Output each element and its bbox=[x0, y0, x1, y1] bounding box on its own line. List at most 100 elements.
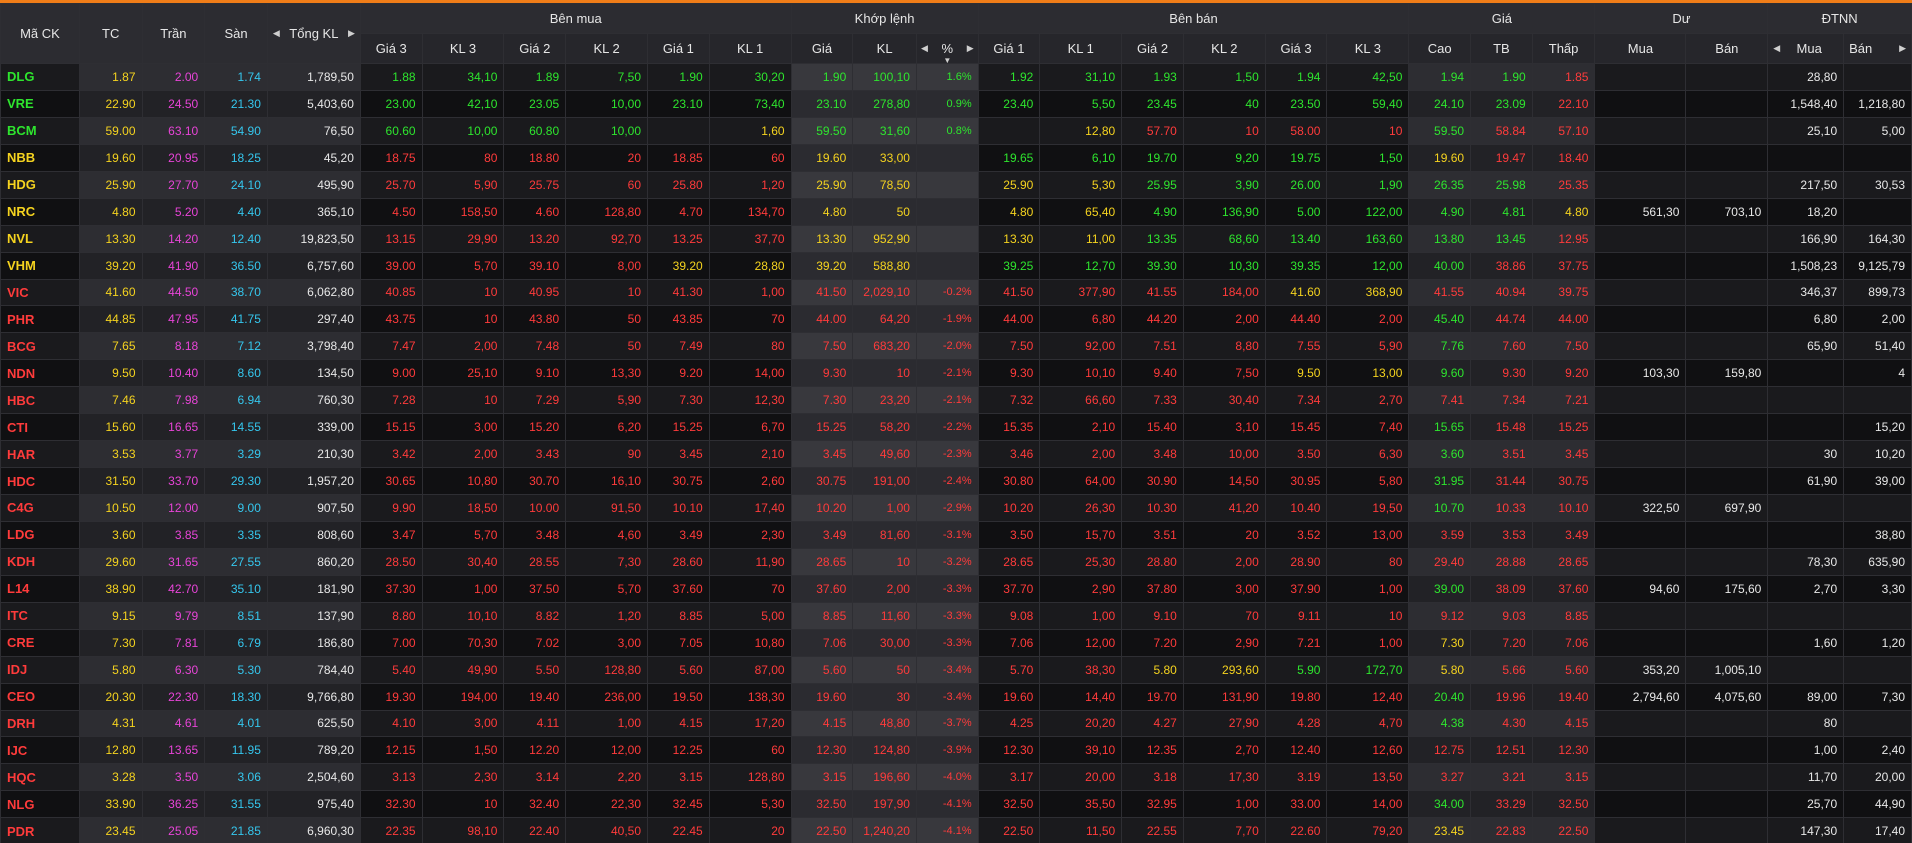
arrow-left-icon[interactable]: ◀ bbox=[921, 43, 928, 54]
header-high[interactable]: Cao bbox=[1408, 33, 1472, 64]
table-row[interactable]: BCM 59.00 63.10 54.90 76,50 60.60 10,00 60.80 10… bbox=[0, 116, 1912, 145]
cell-surplus-sell: 159,80 bbox=[1685, 359, 1769, 388]
header-ref-price[interactable]: TC bbox=[78, 3, 143, 64]
symbol-cell[interactable]: IJC bbox=[0, 736, 80, 765]
table-row[interactable]: CEO 20.30 22.30 18.30 9,766,80 19.30 194,00 19.… bbox=[0, 682, 1912, 711]
header-sell-vol-3[interactable]: KL 3 bbox=[1326, 33, 1410, 64]
cell-sell-vol-1: 92,00 bbox=[1039, 332, 1123, 361]
header-match-volume[interactable]: KL bbox=[852, 33, 917, 64]
table-row[interactable]: HDC 31.50 33.70 29.30 1,957,20 30.65 10,80 30.7… bbox=[0, 467, 1912, 495]
cell-floor: 24.10 bbox=[204, 170, 268, 199]
table-row[interactable]: NDN 9.50 10.40 8.60 134,50 9.00 25,10 9.10 13,30… bbox=[0, 359, 1912, 388]
symbol-cell[interactable]: NBB bbox=[0, 143, 80, 172]
symbol-cell[interactable]: HBC bbox=[0, 386, 80, 415]
table-row[interactable]: HDG 25.90 27.70 24.10 495,90 25.70 5,90 25.75 60… bbox=[0, 170, 1912, 199]
arrow-left-icon[interactable]: ◀ bbox=[1773, 43, 1780, 54]
cell-sell-vol-1: 1,00 bbox=[1039, 601, 1123, 630]
symbol-cell[interactable]: NVL bbox=[0, 224, 80, 253]
table-row[interactable]: HBC 7.46 7.98 6.94 760,30 7.28 10 7.29 5,90 7.30 1… bbox=[0, 386, 1912, 415]
table-row[interactable]: VHM 39.20 41.90 36.50 6,757,60 39.00 5,70 39.10… bbox=[0, 251, 1912, 280]
table-row[interactable]: BCG 7.65 8.18 7.12 3,798,40 7.47 2,00 7.48 50 7.4… bbox=[0, 332, 1912, 361]
symbol-cell[interactable]: KDH bbox=[0, 547, 80, 576]
header-sell-vol-1[interactable]: KL 1 bbox=[1039, 33, 1123, 64]
symbol-cell[interactable]: VIC bbox=[0, 278, 80, 307]
header-buy-vol-2[interactable]: KL 2 bbox=[565, 33, 649, 64]
symbol-cell[interactable]: CTI bbox=[0, 413, 80, 442]
table-row[interactable]: HAR 3.53 3.77 3.29 210,30 3.42 2,00 3.43 90 3.45 2… bbox=[0, 440, 1912, 469]
symbol-cell[interactable]: CRE bbox=[0, 628, 80, 657]
table-row[interactable]: NVL 13.30 14.20 12.40 19,823,50 13.15 29,90 13.… bbox=[0, 224, 1912, 253]
symbol-cell[interactable]: L14 bbox=[0, 574, 80, 603]
header-buy-price-2[interactable]: Giá 2 bbox=[503, 33, 567, 64]
header-low[interactable]: Thấp bbox=[1531, 33, 1596, 64]
symbol-cell[interactable]: PDR bbox=[0, 817, 80, 843]
table-row[interactable]: CTI 15.60 16.65 14.55 339,00 15.15 3,00 15.20 6,… bbox=[0, 413, 1912, 442]
symbol-cell[interactable]: NLG bbox=[0, 790, 80, 819]
table-row[interactable]: NLG 33.90 36.25 31.55 975,40 32.30 10 32.40 22,3… bbox=[0, 790, 1912, 819]
symbol-cell[interactable]: C4G bbox=[0, 494, 80, 522]
cell-floor: 11.95 bbox=[204, 736, 268, 765]
symbol-cell[interactable]: HDC bbox=[0, 467, 80, 495]
table-row[interactable]: PDR 23.45 25.05 21.85 6,960,30 22.35 98,10 22.4… bbox=[0, 817, 1912, 843]
table-row[interactable]: ITC 9.15 9.79 8.51 137,90 8.80 10,10 8.82 1,20 8.… bbox=[0, 601, 1912, 630]
symbol-cell[interactable]: ITC bbox=[0, 601, 80, 630]
header-average[interactable]: TB bbox=[1470, 33, 1533, 64]
header-buy-price-3[interactable]: Giá 3 bbox=[359, 33, 423, 64]
header-buy-price-1[interactable]: Giá 1 bbox=[647, 33, 710, 64]
header-buy-vol-3[interactable]: KL 3 bbox=[421, 33, 505, 64]
symbol-cell[interactable]: HAR bbox=[0, 440, 80, 469]
symbol-cell[interactable]: DLG bbox=[0, 63, 80, 91]
symbol-cell[interactable]: IDJ bbox=[0, 655, 80, 684]
table-row[interactable]: LDG 3.60 3.85 3.35 808,60 3.47 5,70 3.48 4,60 3.4… bbox=[0, 520, 1912, 549]
arrow-right-icon[interactable]: ▶ bbox=[348, 28, 355, 39]
table-row[interactable]: IJC 12.80 13.65 11.95 789,20 12.15 1,50 12.20 12… bbox=[0, 736, 1912, 765]
symbol-cell[interactable]: VHM bbox=[0, 251, 80, 280]
cell-sell-vol-3: 10 bbox=[1326, 601, 1410, 630]
table-row[interactable]: VIC 41.60 44.50 38.70 6,062,80 40.85 10 40.95 10… bbox=[0, 278, 1912, 307]
header-surplus-sell[interactable]: Bán bbox=[1685, 33, 1769, 64]
table-row[interactable]: NBB 19.60 20.95 18.25 45,20 18.75 80 18.80 20 18.… bbox=[0, 143, 1912, 172]
symbol-cell[interactable]: LDG bbox=[0, 520, 80, 549]
header-symbol[interactable]: Mã CK bbox=[0, 3, 80, 64]
header-total-volume[interactable]: ◀ Tổng KL ▶ bbox=[266, 3, 361, 64]
symbol-cell[interactable]: NRC bbox=[0, 197, 80, 226]
header-sell-vol-2[interactable]: KL 2 bbox=[1182, 33, 1266, 64]
table-row[interactable]: KDH 29.60 31.65 27.55 860,20 28.50 30,40 28.55 7… bbox=[0, 547, 1912, 576]
header-match-percent[interactable]: ◀ % ▼ ▶ bbox=[915, 33, 979, 64]
cell-sell-vol-1: 377,90 bbox=[1039, 278, 1123, 307]
table-row[interactable]: IDJ 5.80 6.30 5.30 784,40 5.40 49,90 5.50 128,80… bbox=[0, 655, 1912, 684]
table-row[interactable]: DRH 4.31 4.61 4.01 625,50 4.10 3,00 4.11 1,00 4.1… bbox=[0, 709, 1912, 738]
symbol-cell[interactable]: DRH bbox=[0, 709, 80, 738]
header-sell-price-2[interactable]: Giá 2 bbox=[1121, 33, 1184, 64]
header-foreign-sell[interactable]: Bán ▶ bbox=[1843, 33, 1912, 64]
symbol-cell[interactable]: VRE bbox=[0, 89, 80, 118]
arrow-left-icon[interactable]: ◀ bbox=[273, 28, 280, 39]
arrow-right-icon[interactable]: ▶ bbox=[1899, 43, 1906, 54]
symbol-cell[interactable]: CEO bbox=[0, 682, 80, 711]
header-buy-vol-1[interactable]: KL 1 bbox=[708, 33, 792, 64]
header-sell-price-1[interactable]: Giá 1 bbox=[977, 33, 1041, 64]
symbol-cell[interactable]: BCM bbox=[0, 116, 80, 145]
symbol-cell[interactable]: HDG bbox=[0, 170, 80, 199]
symbol-cell[interactable]: HQC bbox=[0, 763, 80, 792]
header-floor-price[interactable]: Sàn bbox=[204, 3, 268, 64]
table-row[interactable]: CRE 7.30 7.81 6.79 186,80 7.00 70,30 7.02 3,00 7.… bbox=[0, 628, 1912, 657]
symbol-cell[interactable]: BCG bbox=[0, 332, 80, 361]
header-sell-price-3[interactable]: Giá 3 bbox=[1264, 33, 1328, 64]
table-row[interactable]: HQC 3.28 3.50 3.06 2,504,60 3.13 2,30 3.14 2,20 3… bbox=[0, 763, 1912, 792]
symbol-cell[interactable]: PHR bbox=[0, 305, 80, 334]
header-foreign-buy[interactable]: ◀ Mua bbox=[1767, 33, 1845, 64]
table-row[interactable]: PHR 44.85 47.95 41.75 297,40 43.75 10 43.80 50 43… bbox=[0, 305, 1912, 334]
table-row[interactable]: DLG 1.87 2.00 1.74 1,789,50 1.88 34,10 1.89 7,50… bbox=[0, 63, 1912, 91]
table-row[interactable]: L14 38.90 42.70 35.10 181,90 37.30 1,00 37.50 5,… bbox=[0, 574, 1912, 603]
cell-floor: 21.85 bbox=[204, 817, 268, 843]
symbol-cell[interactable]: NDN bbox=[0, 359, 80, 388]
sort-down-icon[interactable]: ▼ bbox=[943, 56, 951, 63]
table-row[interactable]: NRC 4.80 5.20 4.40 365,10 4.50 158,50 4.60 128,8… bbox=[0, 197, 1912, 226]
table-row[interactable]: VRE 22.90 24.50 21.30 5,403,60 23.00 42,10 23.0… bbox=[0, 89, 1912, 118]
header-surplus-buy[interactable]: Mua bbox=[1594, 33, 1687, 64]
header-match-price[interactable]: Giá bbox=[790, 33, 854, 64]
header-ceiling-price[interactable]: Trần bbox=[141, 3, 206, 64]
arrow-right-icon[interactable]: ▶ bbox=[967, 43, 974, 54]
table-row[interactable]: C4G 10.50 12.00 9.00 907,50 9.90 18,50 10.00 91,… bbox=[0, 494, 1912, 522]
